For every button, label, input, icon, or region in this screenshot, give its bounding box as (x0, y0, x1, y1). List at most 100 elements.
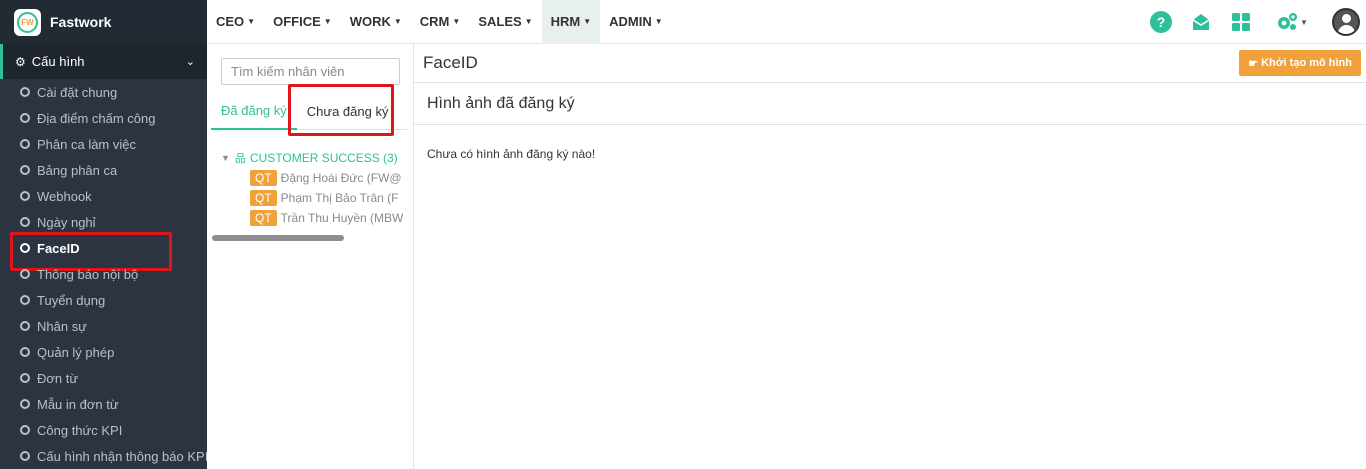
member-name: Đặng Hoài Đức (FW@ (280, 171, 402, 185)
tree-member[interactable]: QT Trần Thu Huyền (MBW (221, 208, 403, 228)
sidebar-item-shift-assignment[interactable]: Phân ca làm việc (0, 131, 207, 157)
caret-down-icon: ▼ (247, 17, 256, 26)
circle-icon (20, 165, 30, 175)
nav-crm[interactable]: CRM ▼ (411, 0, 470, 44)
apps-grid-icon (1232, 13, 1250, 31)
sidebar-item-label: Địa điểm chấm công (37, 110, 156, 126)
sidebar-item-label: Webhook (37, 188, 92, 204)
gears-icon (1278, 13, 1298, 30)
sidebar-item-label: Phân ca làm việc (37, 136, 136, 152)
department-label: CUSTOMER SUCCESS (3) (249, 151, 398, 165)
brand[interactable]: FW Fastwork (0, 0, 207, 44)
caret-down-icon: ▼ (393, 17, 402, 26)
role-badge: QT (250, 190, 277, 206)
nav-work[interactable]: WORK ▼ (341, 0, 411, 44)
sidebar-section-config[interactable]: ⚙ Cấu hình ⌄ (0, 44, 207, 79)
role-badge: QT (250, 210, 277, 226)
nav-label: SALES (478, 14, 522, 29)
triangle-down-icon[interactable]: ▼ (221, 153, 230, 163)
sidebar-item-kpi-notification-config[interactable]: Cấu hình nhận thông báo KPI (0, 443, 209, 469)
settings-button[interactable]: ▼ (1274, 9, 1310, 35)
sidebar-item-label: Bảng phân ca (37, 162, 118, 178)
sidebar-item-shift-table[interactable]: Bảng phân ca (0, 157, 207, 183)
circle-icon (20, 347, 30, 357)
tab-unregistered[interactable]: Chưa đăng ký (287, 84, 399, 136)
circle-icon (20, 295, 30, 305)
circle-icon (20, 139, 30, 149)
hand-pointer-icon: ☛ (1248, 57, 1259, 70)
envelope-open-icon (1192, 14, 1210, 30)
logo-text: FW (17, 11, 38, 33)
sidebar-item-personnel[interactable]: Nhân sự (0, 313, 207, 339)
sidebar-item-recruitment[interactable]: Tuyển dụng (0, 287, 207, 313)
sidebar-item-label: Nhân sự (37, 318, 87, 334)
sidebar: FW Fastwork ⚙ Cấu hình ⌄ Cài đặt chung Đ… (0, 0, 209, 469)
caret-down-icon: ▼ (524, 17, 533, 26)
tree-department[interactable]: ▼ 品 CUSTOMER SUCCESS (3) (221, 148, 403, 168)
sidebar-item-label: Đơn từ (37, 370, 79, 386)
nav-label: CRM (419, 14, 450, 29)
circle-icon (20, 399, 30, 409)
sidebar-item-faceid[interactable]: FaceID (0, 232, 207, 271)
apps-button[interactable] (1228, 9, 1254, 35)
circle-icon (20, 217, 30, 227)
circle-icon (20, 87, 30, 97)
sidebar-item-label: Tuyển dụng (37, 292, 106, 308)
fastwork-logo-icon: FW (14, 8, 41, 36)
member-name: Trần Thu Huyền (MBW (280, 211, 403, 225)
gear-icon: ⚙ (15, 54, 26, 69)
sidebar-item-label: Cấu hình nhận thông báo KPI (37, 448, 209, 464)
mail-button[interactable] (1188, 9, 1214, 35)
nav-label: CEO (216, 14, 245, 29)
circle-icon (20, 451, 30, 461)
circle-icon (20, 425, 30, 435)
chevron-down-icon: ⌄ (185, 56, 195, 68)
sidebar-item-internal-notice[interactable]: Thông báo nội bộ (0, 261, 207, 287)
tree-member[interactable]: QT Phạm Thị Bảo Trân (F (221, 188, 403, 208)
tree-member[interactable]: QT Đặng Hoài Đức (FW@ (221, 168, 403, 188)
caret-down-icon: ▼ (583, 17, 592, 26)
sidebar-item-attendance-location[interactable]: Địa điểm chấm công (0, 105, 207, 131)
caret-down-icon: ▼ (452, 17, 461, 26)
sidebar-item-general-settings[interactable]: Cài đặt chung (0, 79, 207, 105)
horizontal-scrollbar[interactable] (212, 235, 344, 241)
sidebar-item-label: FaceID (37, 240, 80, 256)
caret-down-icon: ▼ (654, 17, 663, 26)
nav-office[interactable]: OFFICE ▼ (264, 0, 341, 44)
help-button[interactable]: ? (1148, 9, 1174, 35)
employee-search-input[interactable] (221, 58, 400, 85)
content-header: FaceID ☛ Khởi tạo mô hình (414, 44, 1366, 83)
registered-images-header: Hình ảnh đã đăng ký (414, 83, 1366, 125)
department-tree: ▼ 品 CUSTOMER SUCCESS (3) QT Đặng Hoài Đứ… (221, 148, 403, 228)
nav-label: WORK (349, 14, 391, 29)
nav-admin[interactable]: ADMIN ▼ (600, 0, 672, 44)
caret-down-icon: ▼ (323, 17, 332, 26)
circle-icon (20, 373, 30, 383)
circle-icon (20, 243, 30, 253)
sidebar-item-label: Mẫu in đơn từ (37, 396, 119, 412)
sidebar-item-label: Cài đặt chung (37, 84, 118, 100)
nav-sales[interactable]: SALES ▼ (469, 0, 541, 44)
sidebar-item-request-print-templates[interactable]: Mẫu in đơn từ (0, 391, 207, 417)
init-model-button[interactable]: ☛ Khởi tạo mô hình (1239, 50, 1361, 76)
nav-label: OFFICE (273, 14, 321, 29)
sidebar-item-label: Công thức KPI (37, 422, 123, 438)
user-avatar[interactable] (1332, 8, 1360, 36)
circle-icon (20, 269, 30, 279)
brand-name: Fastwork (50, 14, 112, 30)
help-icon: ? (1150, 11, 1172, 33)
sidebar-item-kpi-formula[interactable]: Công thức KPI (0, 417, 207, 443)
sidebar-item-leave-management[interactable]: Quản lý phép (0, 339, 207, 365)
nav-hrm[interactable]: HRM ▼ (541, 0, 601, 44)
employee-panel: Đã đăng ký Chưa đăng ký ▼ 品 CUSTOMER SUC… (207, 44, 414, 469)
top-navigation: CEO ▼ OFFICE ▼ WORK ▼ CRM ▼ SALES ▼ HRM ▼ ADMI… (207, 0, 1366, 44)
sidebar-item-requests[interactable]: Đơn từ (0, 365, 207, 391)
sidebar-item-webhook[interactable]: Webhook (0, 183, 207, 209)
tab-registered[interactable]: Đã đăng ký (211, 92, 297, 130)
sidebar-item-label: Ngày nghỉ (37, 214, 96, 230)
init-model-label: Khởi tạo mô hình (1261, 57, 1352, 69)
member-name: Phạm Thị Bảo Trân (F (280, 191, 399, 205)
main-content: FaceID ☛ Khởi tạo mô hình Hình ảnh đã đă… (414, 44, 1366, 469)
section-label: Cấu hình (31, 54, 85, 69)
nav-ceo[interactable]: CEO ▼ (207, 0, 264, 44)
